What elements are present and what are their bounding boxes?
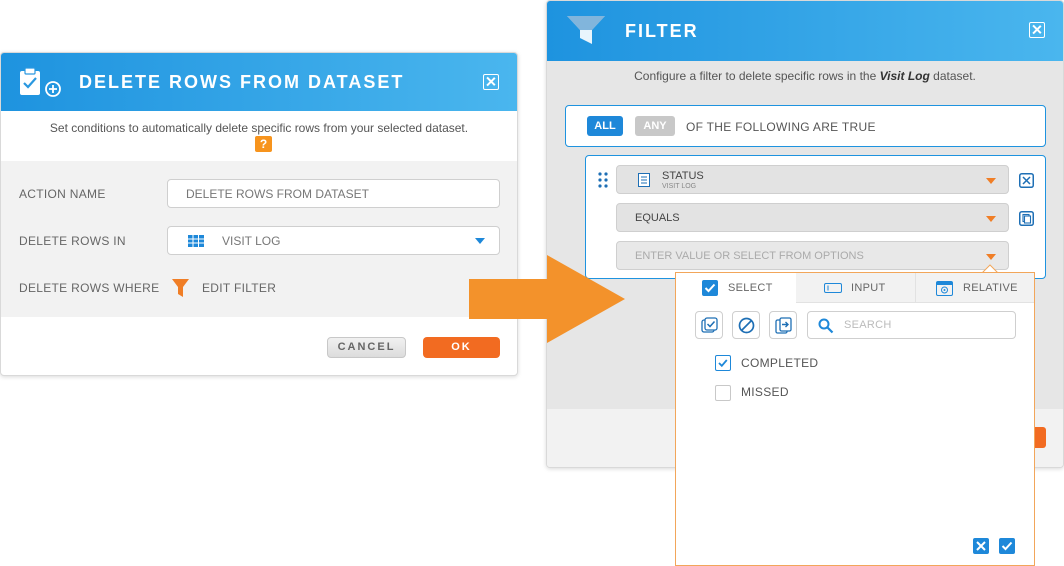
dialog-subtitle: Set conditions to automatically delete s… xyxy=(49,121,469,135)
action-name-label: ACTION NAME xyxy=(19,187,106,201)
import-icon xyxy=(775,317,792,334)
select-all-button[interactable] xyxy=(695,311,723,339)
option-label[interactable]: COMPLETED xyxy=(741,356,818,370)
chevron-down-icon xyxy=(475,238,485,244)
filter-subtitle: Configure a filter to delete specific ro… xyxy=(547,69,1063,83)
dialog-title: DELETE ROWS FROM DATASET xyxy=(79,72,405,92)
close-icon[interactable] xyxy=(1029,22,1045,38)
cancel-button[interactable]: CANCEL xyxy=(327,337,406,358)
checkbox-icon xyxy=(702,280,718,296)
delete-rows-dialog: DELETE ROWS FROM DATASET Set conditions … xyxy=(0,52,518,376)
field-name: STATUS xyxy=(662,170,704,182)
import-options-button[interactable] xyxy=(769,311,797,339)
dialog-body: ACTION NAME DELETE ROWS FROM DATASET DEL… xyxy=(1,161,517,317)
group-condition-label: OF THE FOLLOWING ARE TRUE xyxy=(686,120,876,134)
edit-filter-link[interactable]: EDIT FILTER xyxy=(202,281,276,295)
chevron-down-icon xyxy=(986,216,996,222)
tab-relative[interactable]: RELATIVE xyxy=(915,273,1036,303)
action-name-input[interactable]: DELETE ROWS FROM DATASET xyxy=(167,179,500,208)
tab-input[interactable]: INPUT xyxy=(796,273,914,303)
funnel-icon xyxy=(567,16,605,44)
operator-value: EQUALS xyxy=(635,212,680,224)
help-icon[interactable]: ? xyxy=(255,136,272,152)
chevron-down-icon xyxy=(986,254,996,260)
filter-rule: STATUS VISIT LOG EQUALS ENTER VALUE OR S… xyxy=(585,155,1046,279)
option-checkbox-missed[interactable] xyxy=(715,385,731,401)
subtitle-dataset: Visit Log xyxy=(879,69,930,83)
tab-select[interactable]: SELECT xyxy=(676,273,796,303)
any-toggle[interactable]: ANY xyxy=(635,116,675,136)
field-select[interactable]: STATUS VISIT LOG xyxy=(616,165,1009,194)
drag-handle-icon[interactable] xyxy=(598,172,608,188)
arrow-icon xyxy=(469,255,625,343)
value-placeholder: ENTER VALUE OR SELECT FROM OPTIONS xyxy=(635,250,864,262)
all-toggle[interactable]: ALL xyxy=(587,116,623,136)
delete-rows-in-label: DELETE ROWS IN xyxy=(19,234,126,248)
confirm-icon[interactable] xyxy=(999,538,1015,554)
clipboard-add-icon xyxy=(20,67,61,97)
prohibited-icon xyxy=(738,317,755,334)
dialog-header: FILTER xyxy=(547,1,1063,61)
delete-rows-where-label: DELETE ROWS WHERE xyxy=(19,281,160,295)
select-all-icon xyxy=(701,317,718,333)
clear-selection-button[interactable] xyxy=(732,311,760,339)
chevron-down-icon xyxy=(986,178,996,184)
action-name-value: DELETE ROWS FROM DATASET xyxy=(186,187,369,201)
text-field-icon xyxy=(638,173,650,187)
copy-rule-icon[interactable] xyxy=(1019,211,1034,226)
operator-select[interactable]: EQUALS xyxy=(616,203,1009,232)
dialog-title: FILTER xyxy=(625,21,699,41)
funnel-icon[interactable] xyxy=(172,279,189,297)
options-panel: SELECT INPUT RELATIVE SEARCH COMPLETED M… xyxy=(675,272,1035,566)
filter-group: ALL ANY OF THE FOLLOWING ARE TRUE xyxy=(565,105,1046,147)
option-label[interactable]: MISSED xyxy=(741,385,789,399)
dataset-value: VISIT LOG xyxy=(222,234,281,248)
subtitle-prefix: Configure a filter to delete specific ro… xyxy=(634,69,880,83)
search-icon xyxy=(818,318,834,334)
table-icon xyxy=(188,235,204,247)
option-checkbox-completed[interactable] xyxy=(715,355,731,371)
search-placeholder: SEARCH xyxy=(844,319,892,331)
search-input[interactable]: SEARCH xyxy=(807,311,1016,339)
close-icon[interactable] xyxy=(483,74,499,90)
checkmark-icon xyxy=(718,359,728,368)
cancel-icon[interactable] xyxy=(973,538,989,554)
dataset-select[interactable]: VISIT LOG xyxy=(167,226,500,255)
input-box-icon xyxy=(824,283,842,293)
calendar-icon xyxy=(936,281,953,296)
tab-input-label: INPUT xyxy=(851,282,886,294)
remove-rule-icon[interactable] xyxy=(1019,173,1034,188)
field-source: VISIT LOG xyxy=(662,183,697,190)
tab-relative-label: RELATIVE xyxy=(963,282,1018,294)
value-input[interactable]: ENTER VALUE OR SELECT FROM OPTIONS xyxy=(616,241,1009,270)
tab-select-label: SELECT xyxy=(728,282,773,294)
dialog-header: DELETE ROWS FROM DATASET xyxy=(1,53,517,111)
subtitle-suffix: dataset. xyxy=(929,69,976,83)
